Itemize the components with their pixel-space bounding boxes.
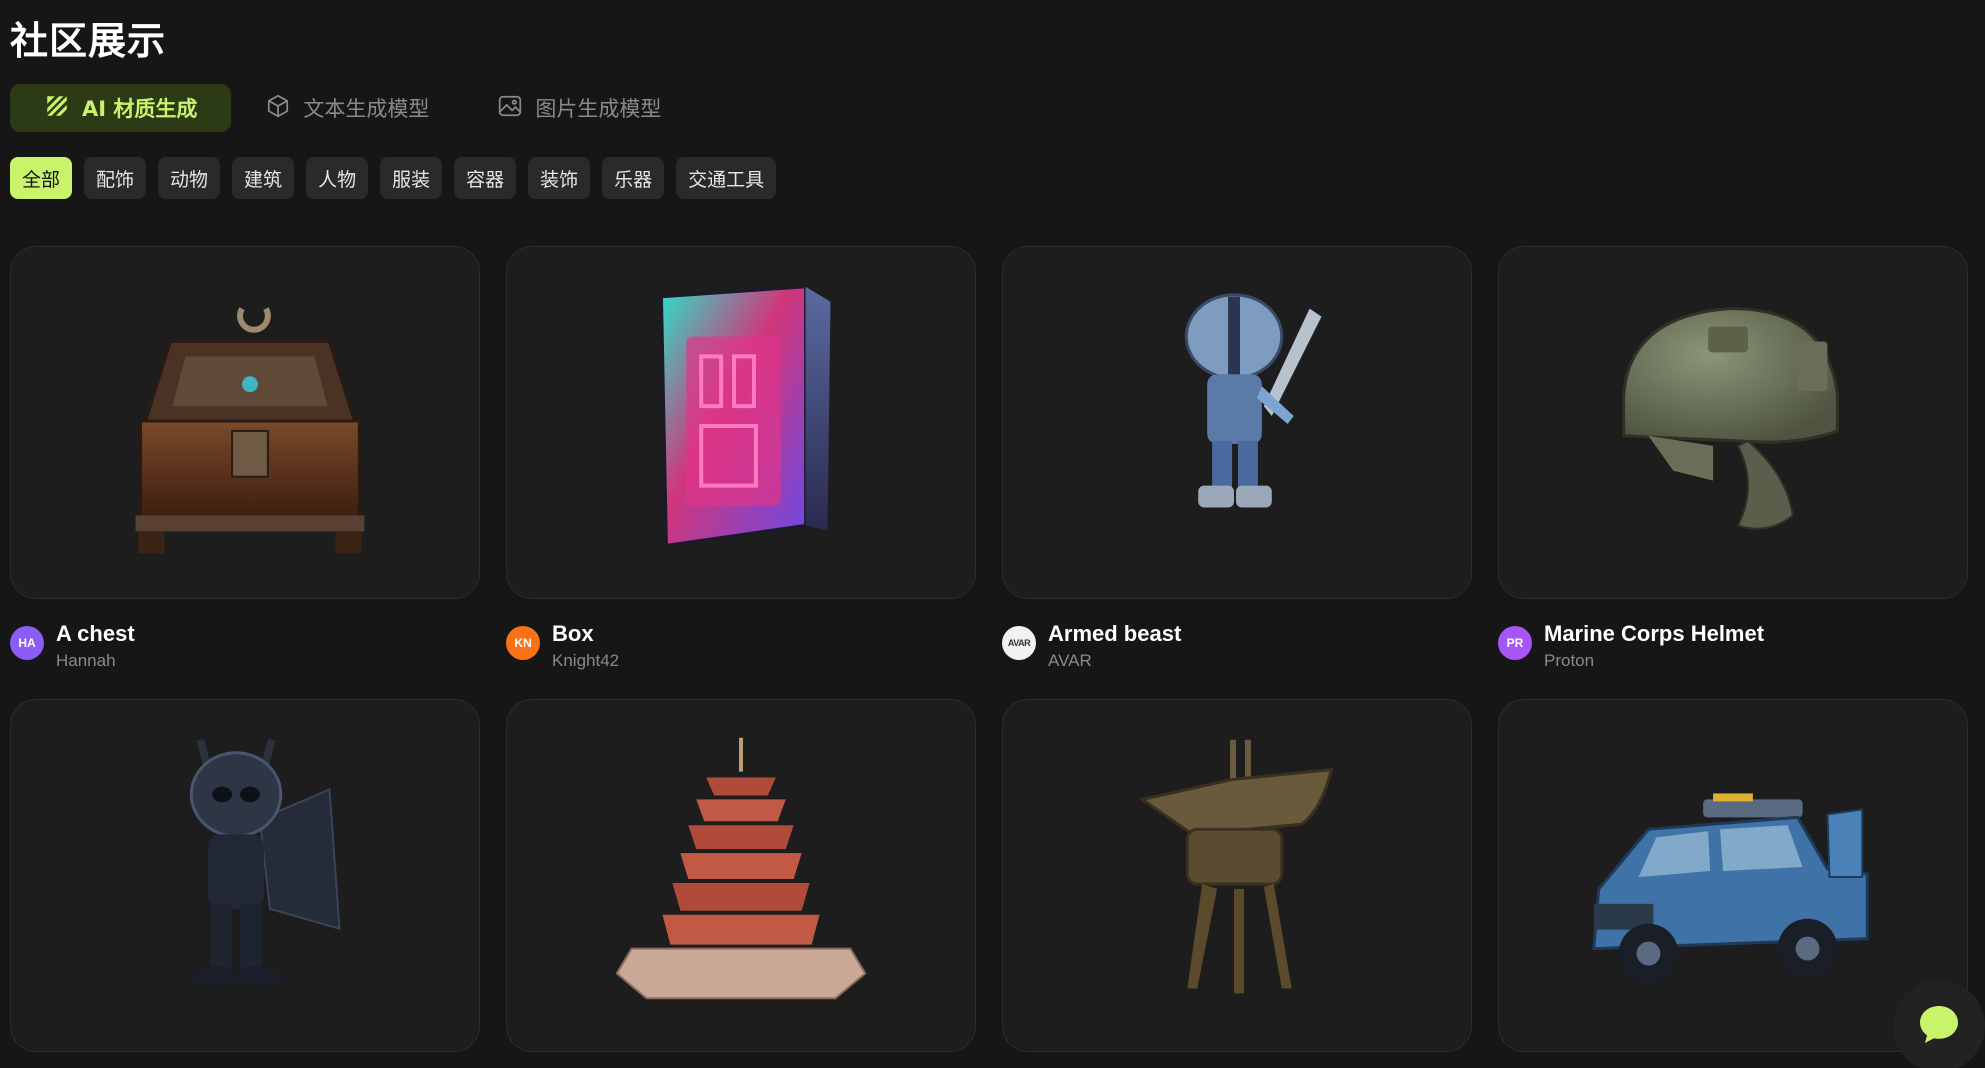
filter-containers[interactable]: 容器 bbox=[454, 157, 517, 199]
model-thumbnail[interactable] bbox=[1002, 699, 1472, 1052]
filter-animals[interactable]: 动物 bbox=[158, 157, 221, 199]
chat-button[interactable] bbox=[1893, 980, 1985, 1068]
model-thumbnail[interactable] bbox=[506, 699, 976, 1052]
treasure-chest-image bbox=[135, 307, 365, 554]
card-meta: KN Box Knight42 bbox=[506, 619, 619, 673]
bronze-vessel-image bbox=[1138, 739, 1334, 994]
tab-ai-texture[interactable]: AI 材质生成 bbox=[10, 84, 232, 132]
filter-accessories[interactable]: 配饰 bbox=[84, 157, 147, 199]
avatar[interactable]: KN bbox=[506, 626, 540, 660]
model-card[interactable] bbox=[1002, 699, 1472, 1052]
filter-decorations[interactable]: 装饰 bbox=[528, 157, 591, 199]
tab-image-to-model[interactable]: 图片生成模型 bbox=[463, 84, 695, 132]
model-card[interactable]: KN Box Knight42 bbox=[506, 246, 976, 670]
card-meta: HA A chest Hannah bbox=[10, 619, 135, 673]
filter-instruments[interactable]: 乐器 bbox=[602, 157, 665, 199]
tab-label: 文本生成模型 bbox=[303, 97, 430, 121]
chat-bubble-icon bbox=[1915, 1000, 1963, 1053]
page-title: 社区展示 bbox=[10, 19, 167, 63]
card-title[interactable]: Marine Corps Helmet bbox=[1544, 619, 1764, 649]
avatar[interactable]: HA bbox=[10, 626, 44, 660]
card-author[interactable]: Proton bbox=[1544, 649, 1764, 673]
card-author[interactable]: AVAR bbox=[1048, 649, 1181, 673]
avatar[interactable]: PR bbox=[1498, 626, 1532, 660]
filter-architecture[interactable]: 建筑 bbox=[232, 157, 295, 199]
card-meta: PR Marine Corps Helmet Proton bbox=[1498, 619, 1764, 673]
card-title[interactable]: Box bbox=[552, 619, 619, 649]
model-thumbnail[interactable] bbox=[506, 246, 976, 599]
robot-figure-image bbox=[1184, 293, 1322, 508]
model-card[interactable]: HA A chest Hannah bbox=[10, 246, 480, 670]
filter-characters[interactable]: 人物 bbox=[306, 157, 369, 199]
model-thumbnail[interactable] bbox=[1498, 246, 1968, 599]
model-card[interactable] bbox=[10, 699, 480, 1052]
filter-all[interactable]: 全部 bbox=[10, 157, 73, 199]
model-thumbnail[interactable] bbox=[1498, 699, 1968, 1052]
card-meta: AVAR Armed beast AVAR bbox=[1002, 619, 1181, 673]
avatar[interactable]: AVAR bbox=[1002, 626, 1036, 660]
texture-brush-icon bbox=[44, 93, 70, 124]
mode-tabs: AI 材质生成 文本生成模型 图片生成模型 bbox=[10, 84, 695, 132]
image-icon bbox=[497, 93, 523, 124]
model-thumbnail[interactable] bbox=[10, 246, 480, 599]
pagoda-image bbox=[615, 737, 867, 1000]
model-card[interactable] bbox=[506, 699, 976, 1052]
military-helmet-image bbox=[1622, 307, 1839, 530]
card-title[interactable]: Armed beast bbox=[1048, 619, 1181, 649]
tab-label: 图片生成模型 bbox=[535, 97, 662, 121]
card-author[interactable]: Hannah bbox=[56, 649, 135, 673]
card-author[interactable]: Knight42 bbox=[552, 649, 619, 673]
neon-box-image bbox=[659, 285, 831, 548]
category-filters: 全部 配饰 动物 建筑 人物 服装 容器 装饰 乐器 交通工具 bbox=[10, 157, 777, 199]
model-thumbnail[interactable] bbox=[1002, 246, 1472, 599]
card-title[interactable]: A chest bbox=[56, 619, 135, 649]
filter-vehicles[interactable]: 交通工具 bbox=[676, 157, 777, 199]
community-showcase-page: 社区展示 AI 材质生成 文本生成模型 图片生成模型 全部 配饰 动物 建筑 人… bbox=[0, 0, 1985, 1068]
model-card[interactable] bbox=[1498, 699, 1968, 1052]
tab-text-to-model[interactable]: 文本生成模型 bbox=[231, 84, 463, 132]
model-card[interactable]: AVAR Armed beast AVAR bbox=[1002, 246, 1472, 670]
blue-suv-image bbox=[1592, 793, 1869, 984]
tab-label: AI 材质生成 bbox=[82, 97, 198, 121]
cube-icon bbox=[265, 93, 291, 124]
filter-clothing[interactable]: 服装 bbox=[380, 157, 443, 199]
dark-dragon-figure-image bbox=[189, 738, 341, 987]
model-card[interactable]: PR Marine Corps Helmet Proton bbox=[1498, 246, 1968, 670]
model-thumbnail[interactable] bbox=[10, 699, 480, 1052]
